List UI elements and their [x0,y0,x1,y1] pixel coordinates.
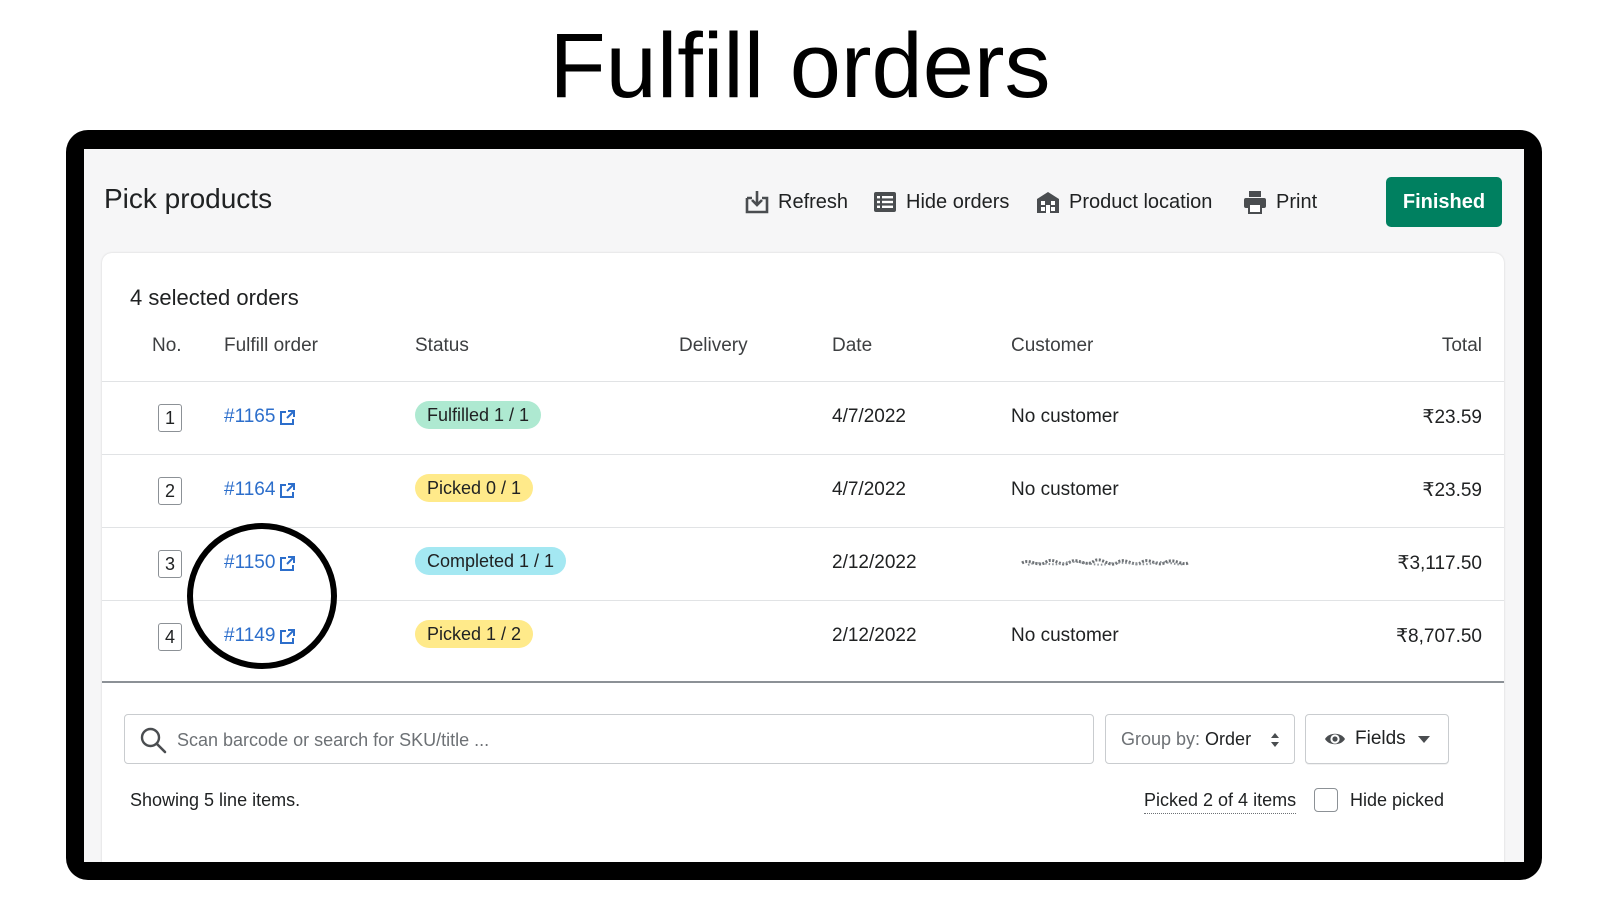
refresh-label: Refresh [778,190,849,213]
refresh-button[interactable]: Refresh [744,187,848,217]
order-link[interactable]: #1165 [224,406,296,428]
order-total: ₹3,117.50 [1397,553,1482,574]
page-header: Pick products Refresh Hide orders Produc… [84,149,1524,253]
product-location-button[interactable]: Product location [1035,187,1212,217]
order-link[interactable]: #1149 [224,625,296,647]
header-no: No. [152,335,182,356]
row-number: 3 [158,550,182,578]
order-total: ₹23.59 [1422,407,1482,428]
search-field[interactable] [124,714,1094,764]
order-total: ₹8,707.50 [1395,626,1482,647]
header-status: Status [415,335,469,356]
line-items-count: Showing 5 line items. [130,790,301,810]
page-title: Pick products [104,183,273,214]
order-date: 2/12/2022 [832,625,917,646]
print-button[interactable]: Print [1242,187,1317,217]
order-number: #1164 [224,479,276,500]
list-icon [874,192,896,212]
printer-icon [1244,191,1266,214]
customer-name: No customer [1011,625,1119,646]
building-icon [1037,192,1059,213]
search-icon [140,727,167,754]
hide-orders-button[interactable]: Hide orders [872,187,1009,217]
row-number: 4 [158,623,182,651]
picked-count[interactable]: Picked 2 of 4 items [1144,790,1297,814]
order-number: #1165 [224,406,276,427]
order-date: 4/7/2022 [832,406,906,427]
hide-picked-checkbox[interactable] [1314,788,1338,812]
header-fulfill-order: Fulfill order [224,335,318,356]
group-by-value: Order [1205,728,1252,749]
external-link-icon [280,555,296,571]
finished-button[interactable]: Finished [1386,177,1502,227]
table-header: No. Fulfill order Status Delivery Date C… [102,335,1504,385]
external-link-icon [280,628,296,644]
status-badge: Picked 0 / 1 [415,474,534,502]
external-link-icon [280,409,296,425]
table-row[interactable]: 1 #1165 Fulfilled 1 / 1 4/7/2022 No cust… [102,381,1504,454]
caret-down-icon [1418,736,1430,743]
customer-name: No customer [1011,479,1119,500]
status-badge: Completed 1 / 1 [415,547,567,575]
row-number: 2 [158,477,182,505]
table-row[interactable]: 3 #1150 Completed 1 / 1 2/12/2022 ₹3,117… [102,527,1504,600]
selected-orders-heading: 4 selected orders [130,285,299,310]
row-number: 1 [158,404,182,432]
eye-icon [1325,733,1345,745]
header-date: Date [832,335,873,356]
customer-name: No customer [1011,406,1119,427]
order-link[interactable]: #1150 [224,552,296,574]
print-label: Print [1276,190,1318,213]
table-row[interactable]: 2 #1164 Picked 0 / 1 4/7/2022 No custome… [102,454,1504,527]
hero-title: Fulfill orders [549,15,1051,117]
orders-card: 4 selected orders No. Fulfill order Stat… [102,253,1504,862]
table-row[interactable]: 4 #1149 Picked 1 / 2 2/12/2022 No custom… [102,600,1504,673]
fields-label: Fields [1355,728,1406,749]
header-total: Total [1441,335,1482,356]
order-number: #1150 [224,552,276,573]
external-link-icon [280,482,296,498]
product-location-label: Product location [1069,190,1213,213]
status-badge: Picked 1 / 2 [415,620,534,648]
order-number: #1149 [224,625,276,646]
status-badge: Fulfilled 1 / 1 [415,401,542,429]
order-date: 4/7/2022 [832,479,906,500]
download-tray-icon [745,191,769,214]
order-date: 2/12/2022 [832,552,917,573]
search-input[interactable] [177,727,1077,753]
header-customer: Customer [1011,335,1094,356]
redacted-customer-name [1021,558,1189,566]
order-total: ₹23.59 [1422,480,1482,501]
hide-picked-label[interactable]: Hide picked [1350,790,1444,811]
fields-button[interactable]: Fields [1305,714,1449,764]
table-divider [102,681,1504,683]
app-screen: Pick products Refresh Hide orders Produc… [84,149,1524,862]
order-link[interactable]: #1164 [224,479,296,501]
hide-orders-label: Hide orders [906,190,1010,213]
select-arrows-icon [1271,733,1279,747]
group-by-label: Group by: [1121,728,1201,749]
header-delivery: Delivery [679,335,748,356]
group-by-select[interactable]: Group by: Order [1105,714,1295,764]
